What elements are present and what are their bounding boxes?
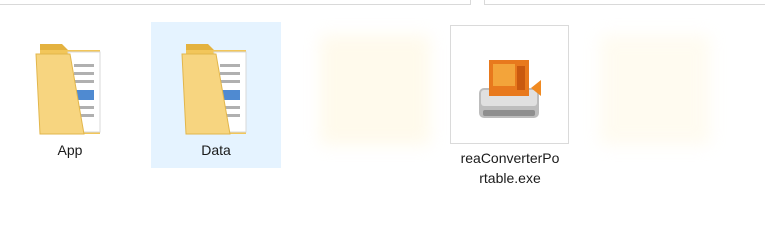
reaconverter-app-icon (479, 60, 541, 118)
exe-label-line2: rtable.exe (479, 170, 541, 186)
ghost-item (320, 35, 430, 145)
file-explorer-view: App Data reaConverterPo rtable.exe (0, 0, 765, 241)
exe-item-reaconverter[interactable]: reaConverterPo rtable.exe (445, 148, 575, 188)
folder-icon (35, 44, 101, 135)
toolbar-fragment-right (484, 0, 765, 5)
folder-item-app[interactable]: App (5, 22, 135, 168)
folder-icon (181, 44, 247, 135)
ghost-item (600, 35, 710, 145)
folder-label: App (57, 142, 83, 158)
exe-thumbnail-frame[interactable] (450, 25, 569, 144)
exe-label-line1: reaConverterPo (460, 150, 560, 166)
toolbar-fragment-left (0, 0, 471, 5)
folder-label: Data (201, 142, 231, 158)
folder-item-data[interactable]: Data (151, 22, 281, 168)
